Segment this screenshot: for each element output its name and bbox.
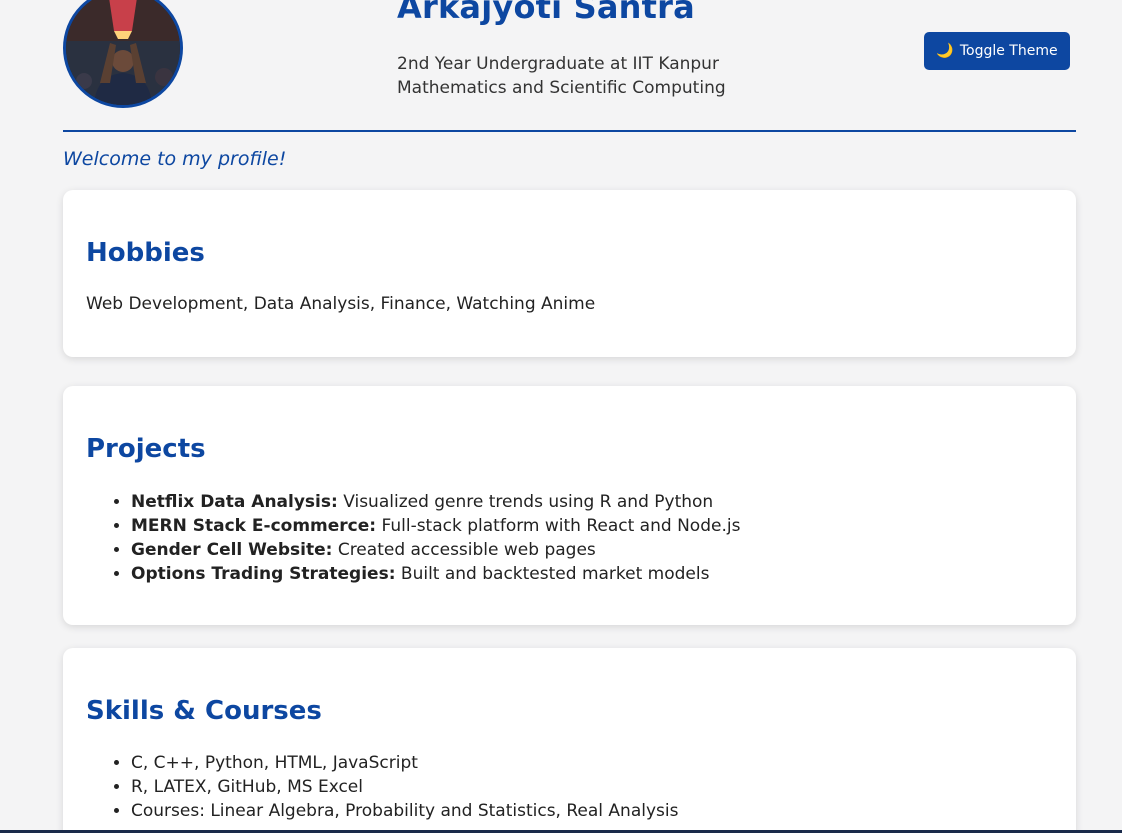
hobbies-card: Hobbies Web Development, Data Analysis, … [63,190,1076,357]
skills-title: Skills & Courses [86,696,322,726]
profile-subtitle: 2nd Year Undergraduate at IIT Kanpur Mat… [397,52,726,100]
hobbies-text: Web Development, Data Analysis, Finance,… [86,294,596,314]
project-name: Gender Cell Website: [131,540,333,560]
skills-list: C, C++, Python, HTML, JavaScript R, LATE… [86,751,678,823]
list-item: Gender Cell Website: Created accessible … [131,538,740,562]
projects-list: Netflix Data Analysis: Visualized genre … [86,490,740,586]
project-description: Built and backtested market models [395,564,710,584]
project-name: Options Trading Strategies: [131,564,396,584]
moon-icon: 🌙 [936,43,954,59]
profile-header: Arkajyoti Santra 2nd Year Undergraduate … [63,0,1076,132]
toggle-theme-button[interactable]: 🌙 Toggle Theme [924,32,1070,70]
project-name: Netflix Data Analysis: [131,492,338,512]
projects-card: Projects Netflix Data Analysis: Visualiz… [63,386,1076,625]
subtitle-line-department: Mathematics and Scientific Computing [397,78,726,98]
list-item: C, C++, Python, HTML, JavaScript [131,751,678,775]
profile-page: Arkajyoti Santra 2nd Year Undergraduate … [0,0,1122,833]
list-item: MERN Stack E-commerce: Full-stack platfo… [131,514,740,538]
toggle-theme-label: Toggle Theme [959,43,1058,59]
list-item: Courses: Linear Algebra, Probability and… [131,799,678,823]
welcome-message: Welcome to my profile! [63,148,287,170]
list-item: R, LATEX, GitHub, MS Excel [131,775,678,799]
hobbies-title: Hobbies [86,238,205,268]
avatar-photo [66,0,180,105]
project-description: Visualized genre trends using R and Pyth… [337,492,714,512]
skills-card: Skills & Courses C, C++, Python, HTML, J… [63,648,1076,833]
subtitle-line-year: 2nd Year Undergraduate at IIT Kanpur [397,54,719,74]
list-item: Netflix Data Analysis: Visualized genre … [131,490,740,514]
project-description: Created accessible web pages [332,540,596,560]
project-description: Full-stack platform with React and Node.… [376,516,741,536]
list-item: Options Trading Strategies: Built and ba… [131,562,740,586]
profile-name: Arkajyoti Santra [397,0,695,26]
project-name: MERN Stack E-commerce: [131,516,377,536]
projects-title: Projects [86,434,206,464]
avatar [63,0,183,108]
